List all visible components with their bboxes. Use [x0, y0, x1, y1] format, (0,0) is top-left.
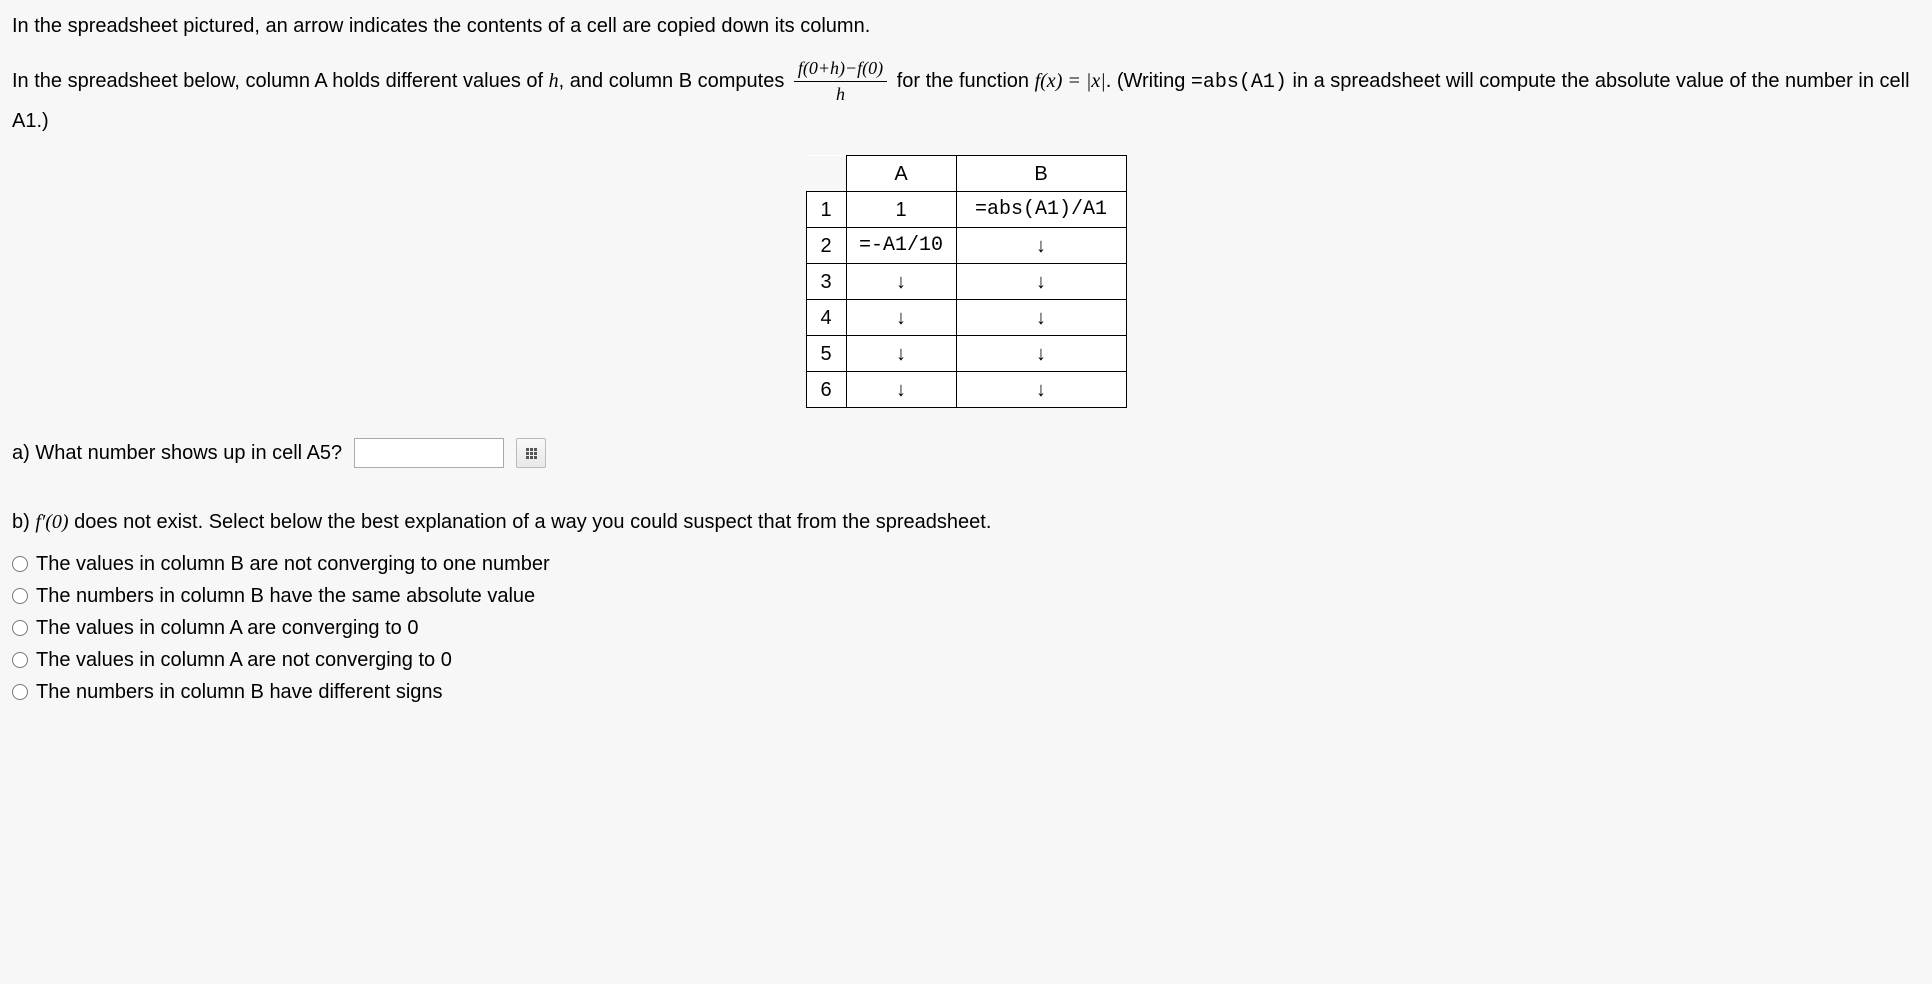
option-row: The values in column A are converging to… [12, 614, 1920, 642]
option-row: The values in column B are not convergin… [12, 550, 1920, 578]
question-a-label: a) What number shows up in cell A5? [12, 439, 342, 467]
intro-line-1: In the spreadsheet pictured, an arrow in… [12, 12, 1920, 40]
answer-input-a5[interactable] [354, 438, 504, 468]
option-label: The numbers in column B have the same ab… [36, 582, 535, 610]
col-header-b: B [956, 156, 1126, 192]
table-row: 1 1 =abs(A1)/A1 [806, 192, 1126, 228]
option-label: The numbers in column B have different s… [36, 678, 443, 706]
option-label: The values in column A are not convergin… [36, 646, 452, 674]
table-row: 6 ↓ ↓ [806, 372, 1126, 408]
intro-line-2: In the spreadsheet below, column A holds… [12, 56, 1920, 135]
table-row: 5 ↓ ↓ [806, 336, 1126, 372]
option-label: The values in column A are converging to… [36, 614, 418, 642]
option-label: The values in column B are not convergin… [36, 550, 550, 578]
keypad-icon [526, 448, 537, 459]
question-b: b) f′(0) does not exist. Select below th… [12, 508, 1920, 536]
option-radio-4[interactable] [12, 652, 28, 668]
options-list: The values in column B are not convergin… [12, 550, 1920, 706]
keypad-button[interactable] [516, 438, 546, 468]
option-radio-2[interactable] [12, 588, 28, 604]
col-header-a: A [846, 156, 956, 192]
table-row: 3 ↓ ↓ [806, 264, 1126, 300]
table-row: 2 =-A1/10 ↓ [806, 228, 1126, 264]
option-row: The numbers in column B have different s… [12, 678, 1920, 706]
problem-statement: In the spreadsheet pictured, an arrow in… [12, 12, 1920, 135]
option-row: The numbers in column B have the same ab… [12, 582, 1920, 610]
question-a: a) What number shows up in cell A5? [12, 438, 1920, 468]
option-radio-1[interactable] [12, 556, 28, 572]
corner-cell [806, 156, 846, 192]
spreadsheet-table: A B 1 1 =abs(A1)/A1 2 =-A1/10 ↓ 3 ↓ ↓ 4 … [806, 155, 1127, 408]
option-radio-3[interactable] [12, 620, 28, 636]
difference-quotient: f(0+h)−f(0)h [794, 56, 887, 107]
table-row: 4 ↓ ↓ [806, 300, 1126, 336]
option-row: The values in column A are not convergin… [12, 646, 1920, 674]
option-radio-5[interactable] [12, 684, 28, 700]
